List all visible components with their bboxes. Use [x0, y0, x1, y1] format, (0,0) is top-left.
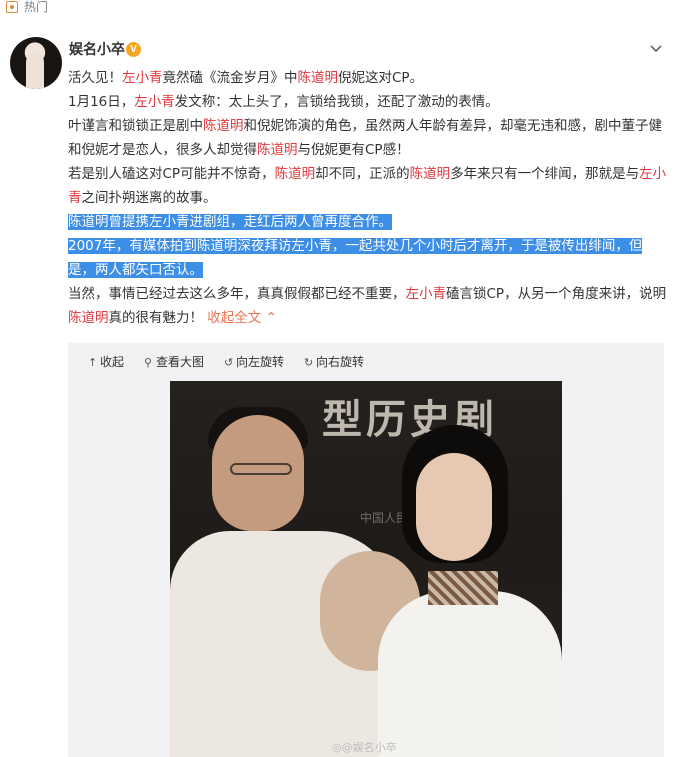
view-large-button[interactable]: ⚲ 查看大图 [144, 354, 204, 371]
arrow-up-icon: ↑ [88, 356, 98, 369]
collapse-button[interactable]: ↑ 收起 [88, 354, 124, 371]
topic-link[interactable]: 陈道明 [298, 70, 339, 86]
collapse-label: 收起 [100, 355, 125, 369]
search-icon: ⚲ [144, 356, 153, 369]
post-paragraph: 当然，事情已经过去这么多年，真真假假都已经不重要，左小青磕言锁CP，从另一个角度… [68, 282, 668, 330]
post-paragraph: 若是别人磕这对CP可能并不惊奇，陈道明却不同，正派的陈道明多年来只有一个绯闻，那… [68, 162, 668, 210]
post-paragraph: 1月16日，左小青发文称：太上头了，言锁给我锁，还配了激动的表情。 [68, 90, 668, 114]
verified-badge-icon: V [126, 42, 141, 57]
text: 活久见！ [68, 70, 122, 86]
post-body: 活久见！左小青竟然磕《流金岁月》中陈道明倪妮这对CP。 1月16日，左小青发文称… [68, 66, 668, 330]
selected-text[interactable]: 陈道明曾提携左小青进剧组，走红后两人曾再度合作。 [68, 214, 392, 230]
chevron-up-icon: ⌃ [261, 310, 277, 326]
plaid-collar [428, 571, 498, 605]
topic-link[interactable]: 左小青 [406, 286, 447, 302]
rotate-right-icon: ↻ [304, 356, 314, 369]
rotate-left-label: 向左旋转 [236, 355, 285, 369]
topic-link[interactable]: 左小青 [122, 70, 163, 86]
person-figure [378, 591, 562, 757]
collapse-full-text-link[interactable]: 收起全文 ⌃ [207, 310, 277, 326]
topic-link[interactable]: 陈道明 [410, 166, 451, 182]
topic-link[interactable]: 陈道明 [68, 310, 109, 326]
text: 发文称：太上头了，言锁给我锁，还配了激动的表情。 [174, 94, 499, 110]
collapse-label: 收起全文 [207, 310, 262, 326]
text: 1月16日， [68, 94, 135, 110]
text: 真的很有魅力！ [108, 310, 204, 326]
view-large-label: 查看大图 [156, 355, 205, 369]
text: 叶谨言和锁锁正是剧中 [68, 118, 203, 134]
media-toolbar: ↑ 收起 ⚲ 查看大图 ↺ 向左旋转 ↻ 向右旋转 [68, 343, 664, 381]
text: 竟然磕《流金岁月》中 [162, 70, 298, 86]
watermark: ◎@娱名小卒 [332, 741, 397, 755]
chevron-down-icon[interactable] [648, 42, 664, 56]
watermark-text: @娱名小卒 [341, 741, 397, 754]
media-viewer: ↑收起 ⚲查看大图 ↺向左旋转 ↻向右旋转 型历史剧 中国人民解放军区 ◎@娱名… [68, 343, 664, 757]
text: 与倪妮更有CP感！ [297, 142, 410, 158]
topic-link[interactable]: 陈道明 [203, 118, 244, 134]
post-paragraph-selected: 2007年，有媒体拍到陈道明深夜拜访左小青，一起共处几个小时后才离开，于是被传出… [68, 234, 668, 282]
avatar[interactable] [10, 37, 62, 89]
topic-link[interactable]: 陈道明 [257, 142, 298, 158]
top-bar: 热门 [0, 0, 678, 16]
post-paragraph: 叶谨言和锁锁正是剧中陈道明和倪妮饰演的角色，虽然两人年龄有差异，却毫无违和感，剧… [68, 114, 668, 162]
rotate-left-button[interactable]: ↺ 向左旋转 [224, 354, 284, 371]
hot-icon [6, 1, 18, 13]
topic-link[interactable]: 左小青 [134, 94, 175, 110]
text: 磕言锁CP，从另一个角度来讲，说明 [446, 286, 667, 302]
text: 倪妮这对CP。 [338, 70, 424, 86]
rotate-right-button[interactable]: ↻ 向右旋转 [304, 354, 364, 371]
text: 当然，事情已经过去这么多年，真真假假都已经不重要， [68, 286, 406, 302]
post-paragraph: 活久见！左小青竟然磕《流金岁月》中陈道明倪妮这对CP。 [68, 66, 668, 90]
text: 之间扑朔迷离的故事。 [81, 190, 217, 206]
person-head [416, 453, 492, 561]
glasses [230, 463, 292, 475]
weibo-icon: ◎ [332, 741, 342, 754]
rotate-right-label: 向右旋转 [316, 355, 365, 369]
post-paragraph-selected: 陈道明曾提携左小青进剧组，走红后两人曾再度合作。 [68, 210, 668, 234]
rotate-left-icon: ↺ [224, 356, 234, 369]
text: 多年来只有一个绯闻，那就是与 [450, 166, 640, 182]
author-name[interactable]: 娱名小卒 [69, 41, 125, 59]
hot-label: 热门 [24, 0, 49, 14]
selected-text[interactable]: 2007年，有媒体拍到陈道明深夜拜访左小青，一起共处几个小时后才离开，于是被传出… [68, 238, 643, 278]
text: 若是别人磕这对CP可能并不惊奇， [68, 166, 275, 182]
topic-link[interactable]: 陈道明 [275, 166, 316, 182]
text: 却不同，正派的 [315, 166, 410, 182]
post-photo[interactable]: 型历史剧 中国人民解放军区 [170, 381, 562, 757]
